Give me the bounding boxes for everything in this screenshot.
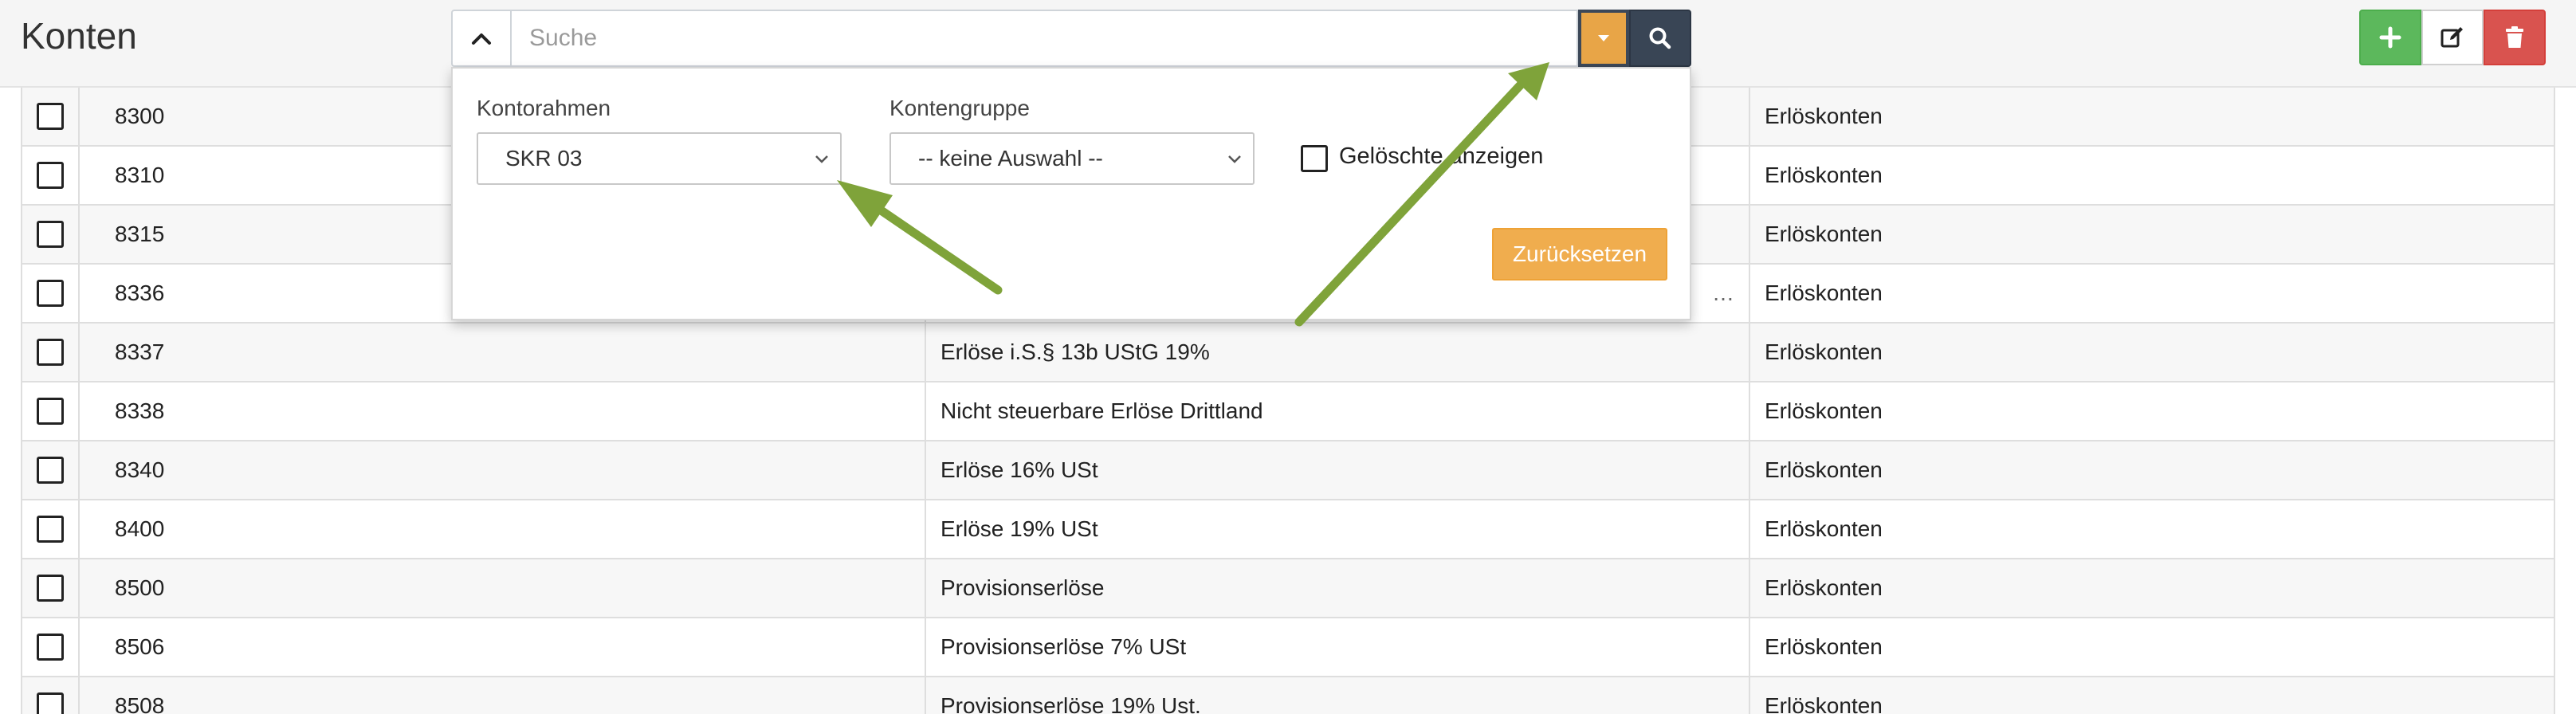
kontorahmen-label: Kontorahmen bbox=[477, 96, 611, 120]
add-button[interactable] bbox=[2359, 10, 2421, 65]
account-group: Erlöskonten bbox=[1765, 575, 1883, 600]
kontengruppe-value: -- keine Auswahl -- bbox=[918, 146, 1103, 171]
account-group: Erlöskonten bbox=[1765, 693, 1883, 714]
reset-button[interactable]: Zurücksetzen bbox=[1492, 228, 1667, 280]
table-row[interactable]: 8340 Erlöse 16% USt Erlöskonten bbox=[21, 441, 2555, 500]
show-deleted-checkbox[interactable] bbox=[1301, 145, 1328, 172]
row-select-cell bbox=[22, 618, 80, 676]
row-select-cell bbox=[22, 441, 80, 499]
delete-button[interactable] bbox=[2484, 10, 2546, 65]
account-group: Erlöskonten bbox=[1765, 163, 1883, 187]
chevron-down-icon bbox=[1228, 155, 1241, 163]
collapse-filter-button[interactable] bbox=[451, 10, 512, 67]
account-name: Erlöse 16% USt bbox=[926, 441, 1750, 499]
account-number: 8508 bbox=[80, 677, 926, 714]
row-select-cell bbox=[22, 500, 80, 558]
filter-dropdown-button[interactable] bbox=[1578, 10, 1629, 67]
account-number: 8338 bbox=[80, 382, 926, 440]
row-select-cell bbox=[22, 677, 80, 714]
account-number: 8506 bbox=[80, 618, 926, 676]
account-group: Erlöskonten bbox=[1765, 222, 1883, 246]
row-select-cell bbox=[22, 88, 80, 145]
search-icon bbox=[1649, 27, 1671, 49]
account-group: Erlöskonten bbox=[1765, 104, 1883, 128]
account-name: Nicht steuerbare Erlöse Drittland bbox=[926, 382, 1750, 440]
row-checkbox[interactable] bbox=[37, 280, 64, 307]
row-checkbox[interactable] bbox=[37, 516, 64, 543]
row-checkbox[interactable] bbox=[37, 103, 64, 130]
chevron-up-icon bbox=[472, 33, 491, 45]
table-row[interactable]: 8500 Provisionserlöse Erlöskonten bbox=[21, 559, 2555, 618]
row-checkbox[interactable] bbox=[37, 162, 64, 189]
row-select-cell bbox=[22, 324, 80, 381]
account-number: 8340 bbox=[80, 441, 926, 499]
show-deleted-label[interactable]: Gelöschte anzeigen bbox=[1339, 143, 1543, 170]
account-name: Provisionserlöse bbox=[926, 559, 1750, 617]
chevron-down-icon bbox=[815, 155, 828, 163]
row-checkbox[interactable] bbox=[37, 457, 64, 484]
search-input[interactable] bbox=[512, 10, 1578, 67]
kontengruppe-label: Kontengruppe bbox=[889, 96, 1030, 120]
row-select-cell bbox=[22, 206, 80, 263]
kontorahmen-value: SKR 03 bbox=[505, 146, 583, 171]
account-group: Erlöskonten bbox=[1765, 634, 1883, 659]
table-row[interactable]: 8338 Nicht steuerbare Erlöse Drittland E… bbox=[21, 382, 2555, 441]
table-row[interactable]: 8337 Erlöse i.S.§ 13b UStG 19% Erlöskont… bbox=[21, 324, 2555, 382]
account-name: Erlöse i.S.§ 13b UStG 19% bbox=[926, 324, 1750, 381]
plus-icon bbox=[2379, 26, 2401, 49]
account-group: Erlöskonten bbox=[1765, 398, 1883, 423]
account-group: Erlöskonten bbox=[1765, 339, 1883, 364]
row-checkbox[interactable] bbox=[37, 634, 64, 661]
account-number: 8337 bbox=[80, 324, 926, 381]
trash-icon bbox=[2506, 26, 2523, 48]
account-name: Provisionserlöse 19% Ust. bbox=[926, 677, 1750, 714]
row-select-cell bbox=[22, 382, 80, 440]
account-name: Erlöse 19% USt bbox=[926, 500, 1750, 558]
row-select-cell bbox=[22, 265, 80, 322]
action-buttons bbox=[2359, 10, 2546, 65]
row-select-cell bbox=[22, 559, 80, 617]
search-button[interactable] bbox=[1629, 10, 1691, 67]
filter-panel: Kontorahmen SKR 03 Kontengruppe -- keine… bbox=[451, 67, 1691, 320]
caret-down-icon bbox=[1598, 35, 1609, 41]
row-checkbox[interactable] bbox=[37, 221, 64, 248]
table-row[interactable]: 8400 Erlöse 19% USt Erlöskonten bbox=[21, 500, 2555, 559]
table-row[interactable]: 8506 Provisionserlöse 7% USt Erlöskonten bbox=[21, 618, 2555, 677]
edit-icon bbox=[2441, 27, 2463, 48]
account-group: Erlöskonten bbox=[1765, 280, 1883, 305]
account-name: Provisionserlöse 7% USt bbox=[926, 618, 1750, 676]
account-group: Erlöskonten bbox=[1765, 457, 1883, 482]
page-title: Konten bbox=[21, 15, 137, 57]
account-number: 8500 bbox=[80, 559, 926, 617]
row-checkbox[interactable] bbox=[37, 692, 64, 714]
account-group: Erlöskonten bbox=[1765, 516, 1883, 541]
edit-button[interactable] bbox=[2421, 10, 2484, 65]
account-number: 8400 bbox=[80, 500, 926, 558]
table-row[interactable]: 8508 Provisionserlöse 19% Ust. Erlöskont… bbox=[21, 677, 2555, 714]
row-checkbox[interactable] bbox=[37, 339, 64, 366]
row-checkbox[interactable] bbox=[37, 398, 64, 425]
kontengruppe-select[interactable]: -- keine Auswahl -- bbox=[889, 132, 1255, 185]
search-bar bbox=[451, 10, 1691, 67]
kontorahmen-select[interactable]: SKR 03 bbox=[477, 132, 842, 185]
row-checkbox[interactable] bbox=[37, 575, 64, 602]
row-select-cell bbox=[22, 147, 80, 204]
